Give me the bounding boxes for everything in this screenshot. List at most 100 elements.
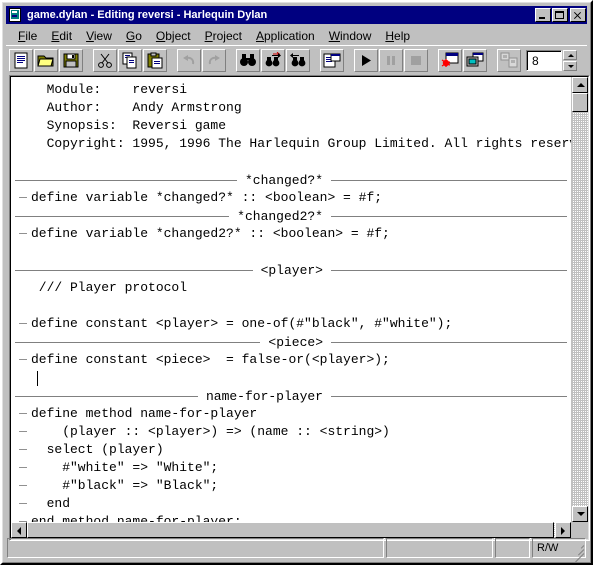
menu-file[interactable]: File xyxy=(11,27,44,45)
vertical-scrollbar[interactable] xyxy=(571,77,588,522)
code-line[interactable]: — define variable *changed2?* :: <boolean… xyxy=(11,225,571,243)
status-bar: R/W xyxy=(7,538,586,563)
vscroll-thumb[interactable] xyxy=(572,93,588,112)
object-browser-button[interactable] xyxy=(320,48,344,72)
code-text: #"black" => "Black"; xyxy=(31,478,219,493)
application-window: game.dylan - Editing reversi - Harlequin… xyxy=(0,0,593,565)
fold-dash-icon[interactable]: — xyxy=(15,459,31,477)
fold-dash-icon[interactable]: — xyxy=(15,315,31,333)
code-text: define variable *changed2?* :: <boolean>… xyxy=(31,226,390,241)
status-panel-3 xyxy=(495,538,530,558)
fold-dash-icon[interactable]: — xyxy=(15,225,31,243)
interactor-button[interactable] xyxy=(463,48,487,72)
close-icon[interactable] xyxy=(570,8,586,22)
code-line[interactable] xyxy=(11,297,571,315)
separator-rule-right xyxy=(331,395,567,397)
value-spinner[interactable]: 8 xyxy=(526,49,577,71)
spinner-value[interactable]: 8 xyxy=(526,49,562,71)
code-line[interactable]: — end method name-for-player; xyxy=(11,513,571,522)
maximize-button[interactable] xyxy=(552,8,568,22)
cut-button[interactable] xyxy=(93,48,117,72)
code-text-area[interactable]: Module: reversi Author: Andy Armstrong S… xyxy=(11,77,571,522)
hscroll-thumb[interactable] xyxy=(27,522,554,538)
code-line[interactable]: Copyright: 1995, 1996 The Harlequin Grou… xyxy=(11,135,571,153)
fold-dash-icon[interactable]: — xyxy=(15,189,31,207)
code-line[interactable]: — define method name-for-player xyxy=(11,405,571,423)
code-line[interactable]: Module: reversi xyxy=(11,81,571,99)
vscroll-track[interactable] xyxy=(572,93,588,506)
separator-rule-left xyxy=(15,341,261,343)
menu-go[interactable]: Go xyxy=(119,27,149,45)
menu-edit[interactable]: Edit xyxy=(44,27,79,45)
scroll-right-icon[interactable] xyxy=(555,522,571,538)
redo-button[interactable] xyxy=(202,48,226,72)
fold-dash-icon[interactable]: — xyxy=(15,513,31,522)
open-folder-button[interactable] xyxy=(34,48,58,72)
fold-dash-icon[interactable]: — xyxy=(15,405,31,423)
separator-rule-left xyxy=(15,395,198,397)
separator-label: *changed2?* xyxy=(237,208,323,224)
definition-separator: *changed2?* xyxy=(11,207,571,225)
menu-project[interactable]: Project xyxy=(198,27,249,45)
find-previous-button[interactable] xyxy=(286,48,310,72)
scroll-up-icon[interactable] xyxy=(572,77,588,93)
code-line[interactable] xyxy=(11,153,571,171)
code-line[interactable] xyxy=(11,369,571,387)
fold-dash-icon[interactable]: — xyxy=(15,495,31,513)
code-line[interactable]: Synopsis: Reversi game xyxy=(11,117,571,135)
pause-button[interactable] xyxy=(379,48,403,72)
undo-button[interactable] xyxy=(177,48,201,72)
title-bar[interactable]: game.dylan - Editing reversi - Harlequin… xyxy=(6,6,587,24)
editor-pane: Module: reversi Author: Andy Armstrong S… xyxy=(9,75,590,541)
spinner-buttons xyxy=(563,49,577,71)
menu-view[interactable]: View xyxy=(79,27,119,45)
code-line[interactable] xyxy=(11,243,571,261)
code-line[interactable]: — define constant <piece> = false-or(<pla… xyxy=(11,351,571,369)
menu-help[interactable]: Help xyxy=(378,27,417,45)
menu-window[interactable]: Window xyxy=(322,27,379,45)
code-line[interactable]: — select (player) xyxy=(11,441,571,459)
code-line[interactable]: /// Player protocol xyxy=(11,279,571,297)
minimize-button[interactable] xyxy=(535,8,551,22)
resize-grip-icon[interactable] xyxy=(570,542,585,563)
scroll-left-icon[interactable] xyxy=(11,522,27,538)
code-line[interactable]: — (player :: <player>) => (name :: <stri… xyxy=(11,423,571,441)
compile-button[interactable] xyxy=(497,48,521,72)
fold-dash-icon[interactable]: — xyxy=(15,351,31,369)
scroll-down-icon[interactable] xyxy=(572,506,588,522)
find-button[interactable] xyxy=(236,48,260,72)
stop-button[interactable] xyxy=(404,48,428,72)
save-file-button[interactable] xyxy=(59,48,83,72)
status-mode: R/W xyxy=(532,538,586,563)
code-line[interactable]: — end xyxy=(11,495,571,513)
document-icon xyxy=(8,8,24,22)
paste-button[interactable] xyxy=(143,48,167,72)
separator-label: name-for-player xyxy=(205,388,323,404)
fold-dash-icon[interactable]: — xyxy=(15,423,31,441)
menu-bar: File Edit View Go Object Project Applica… xyxy=(6,26,587,45)
fold-dash-icon[interactable]: — xyxy=(15,441,31,459)
spinner-up-icon[interactable] xyxy=(563,49,577,60)
code-line[interactable]: — define constant <player> = one-of(#"bla… xyxy=(11,315,571,333)
menu-application[interactable]: Application xyxy=(249,27,322,45)
copy-button[interactable] xyxy=(118,48,142,72)
separator-label: <player> xyxy=(260,262,323,278)
new-file-button[interactable] xyxy=(9,48,33,72)
menu-object[interactable]: Object xyxy=(149,27,198,45)
run-button[interactable] xyxy=(354,48,378,72)
code-text: /// Player protocol xyxy=(31,280,188,295)
status-panel-2 xyxy=(386,538,493,558)
code-text: define method name-for-player xyxy=(31,406,258,421)
code-line[interactable]: — #"white" => "White"; xyxy=(11,459,571,477)
debug-button[interactable] xyxy=(438,48,462,72)
code-line[interactable]: Author: Andy Armstrong xyxy=(11,99,571,117)
code-line[interactable]: — define variable *changed?* :: <boolean>… xyxy=(11,189,571,207)
horizontal-scrollbar[interactable] xyxy=(11,522,571,539)
spinner-down-icon[interactable] xyxy=(563,60,577,71)
toolbar-separator xyxy=(168,48,177,72)
status-mode-label: R/W xyxy=(537,542,559,554)
fold-dash-icon[interactable]: — xyxy=(15,477,31,495)
code-line[interactable]: — #"black" => "Black"; xyxy=(11,477,571,495)
find-next-button[interactable] xyxy=(261,48,285,72)
toolbar: 8 xyxy=(6,47,587,73)
